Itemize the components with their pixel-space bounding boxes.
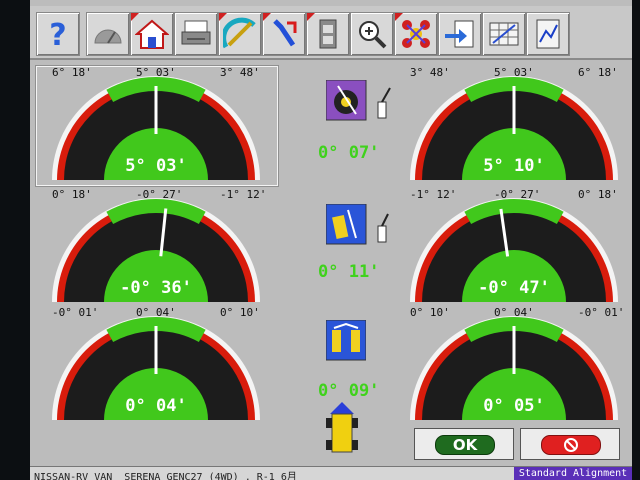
gauge-reading: 5° 03' (125, 156, 187, 176)
graph-button[interactable] (526, 12, 570, 56)
car-arrow-icon (326, 402, 358, 453)
home-icon (135, 19, 169, 49)
ok-button[interactable]: OK (414, 428, 514, 460)
toe-indicator (325, 319, 367, 368)
ok-button-label: OK (435, 435, 495, 455)
film-button[interactable] (306, 12, 350, 56)
gauge-reading: 5° 10' (483, 156, 545, 176)
table-button[interactable] (482, 12, 526, 56)
camber-wheel-icon (325, 203, 389, 245)
mode-badge: Standard Alignment (514, 467, 632, 480)
help-icon: ? (49, 18, 66, 51)
home-button[interactable] (130, 12, 174, 56)
adjust-button[interactable] (262, 12, 306, 56)
camber-left-gauge[interactable]: 0° 18' -0° 27' -1° 12' -0° 36' (38, 188, 274, 304)
wheels-button[interactable] (394, 12, 438, 56)
gauge-right-limit: 0° 18' (578, 188, 618, 201)
alignment-screen: ? 6° 18' 5° 03' 3° 48' 5° 03' 3° 48' 5° … (30, 0, 632, 480)
gauge-reading: -0° 36' (120, 278, 192, 298)
cross-caster-value: 0° 07' (318, 143, 380, 163)
gauge-left-limit: -0° 01' (52, 306, 99, 319)
wheel-network-icon (402, 20, 430, 48)
svg-text:?: ? (49, 18, 66, 51)
gauge-right-limit: -0° 01' (578, 306, 625, 319)
caster-right-gauge[interactable]: 3° 48' 5° 03' 6° 18' 5° 10' (396, 66, 632, 182)
gauge-right-limit: -1° 12' (220, 188, 267, 201)
caster-indicator (325, 79, 396, 128)
toe-wheels-icon (325, 319, 367, 361)
cancel-pill (541, 435, 601, 455)
gauge-reading: 0° 05' (483, 396, 545, 416)
gauge-right-limit: 6° 18' (578, 66, 618, 79)
caster-left-gauge[interactable]: 6° 18' 5° 03' 3° 48' 5° 03' (38, 66, 274, 182)
gauge-target-value: 0° 04' (136, 306, 176, 319)
gauge-right-limit: 3° 48' (220, 66, 260, 79)
wrench-arrow-icon (273, 19, 297, 47)
spreadsheet-icon (489, 22, 519, 46)
gauge-target-value: 0° 04' (494, 306, 534, 319)
print-button[interactable] (174, 12, 218, 56)
help-button[interactable]: ? (36, 12, 80, 56)
caliper-icon (223, 17, 256, 49)
caliper-button[interactable] (218, 12, 262, 56)
camber-indicator (325, 203, 396, 252)
gauge-button[interactable] (86, 12, 130, 56)
gauge-target-value: 5° 03' (494, 66, 534, 79)
caster-wheel-icon (325, 79, 391, 121)
gauge-left-limit: 0° 10' (410, 306, 450, 319)
gauge-left-limit: 3° 48' (410, 66, 450, 79)
film-icon (319, 19, 337, 49)
cross-camber-value: 0° 11' (318, 262, 380, 282)
gauge-reading: -0° 47' (478, 278, 550, 298)
status-bar: NISSAN-RV VAN SERENA GENC27 (4WD) , R-1 … (30, 466, 632, 480)
printer-icon (181, 20, 211, 45)
clipboard-arrow-icon (445, 20, 474, 48)
zoom-button[interactable] (350, 12, 394, 56)
toe-right-gauge[interactable]: 0° 10' 0° 04' -0° 01' 0° 05' (396, 306, 632, 422)
graph-network-icon (536, 19, 560, 49)
gauge-target-value: -0° 27' (494, 188, 541, 201)
vehicle-info: NISSAN-RV VAN SERENA GENC27 (4WD) , R-1 … (34, 472, 297, 480)
gauge-target-value: -0° 27' (136, 188, 183, 201)
toe-left-gauge[interactable]: -0° 01' 0° 04' 0° 10' 0° 04' (38, 306, 274, 422)
vehicle-direction (322, 400, 362, 462)
gauge-reading: 0° 04' (125, 396, 187, 416)
no-entry-icon (564, 438, 578, 452)
gauge-target-value: 5° 03' (136, 66, 176, 79)
gauge-left-limit: -1° 12' (410, 188, 457, 201)
total-toe-value: 0° 09' (318, 381, 380, 401)
magnifier-icon (359, 21, 387, 49)
camber-right-gauge[interactable]: -1° 12' -0° 27' 0° 18' -0° 47' (396, 188, 632, 304)
gauge-left-limit: 6° 18' (52, 66, 92, 79)
cancel-button[interactable] (520, 428, 620, 460)
gauge-icon (94, 29, 122, 44)
gauge-left-limit: 0° 18' (52, 188, 92, 201)
toolbar: ? (30, 6, 632, 60)
gauge-right-limit: 0° 10' (220, 306, 260, 319)
export-button[interactable] (438, 12, 482, 56)
